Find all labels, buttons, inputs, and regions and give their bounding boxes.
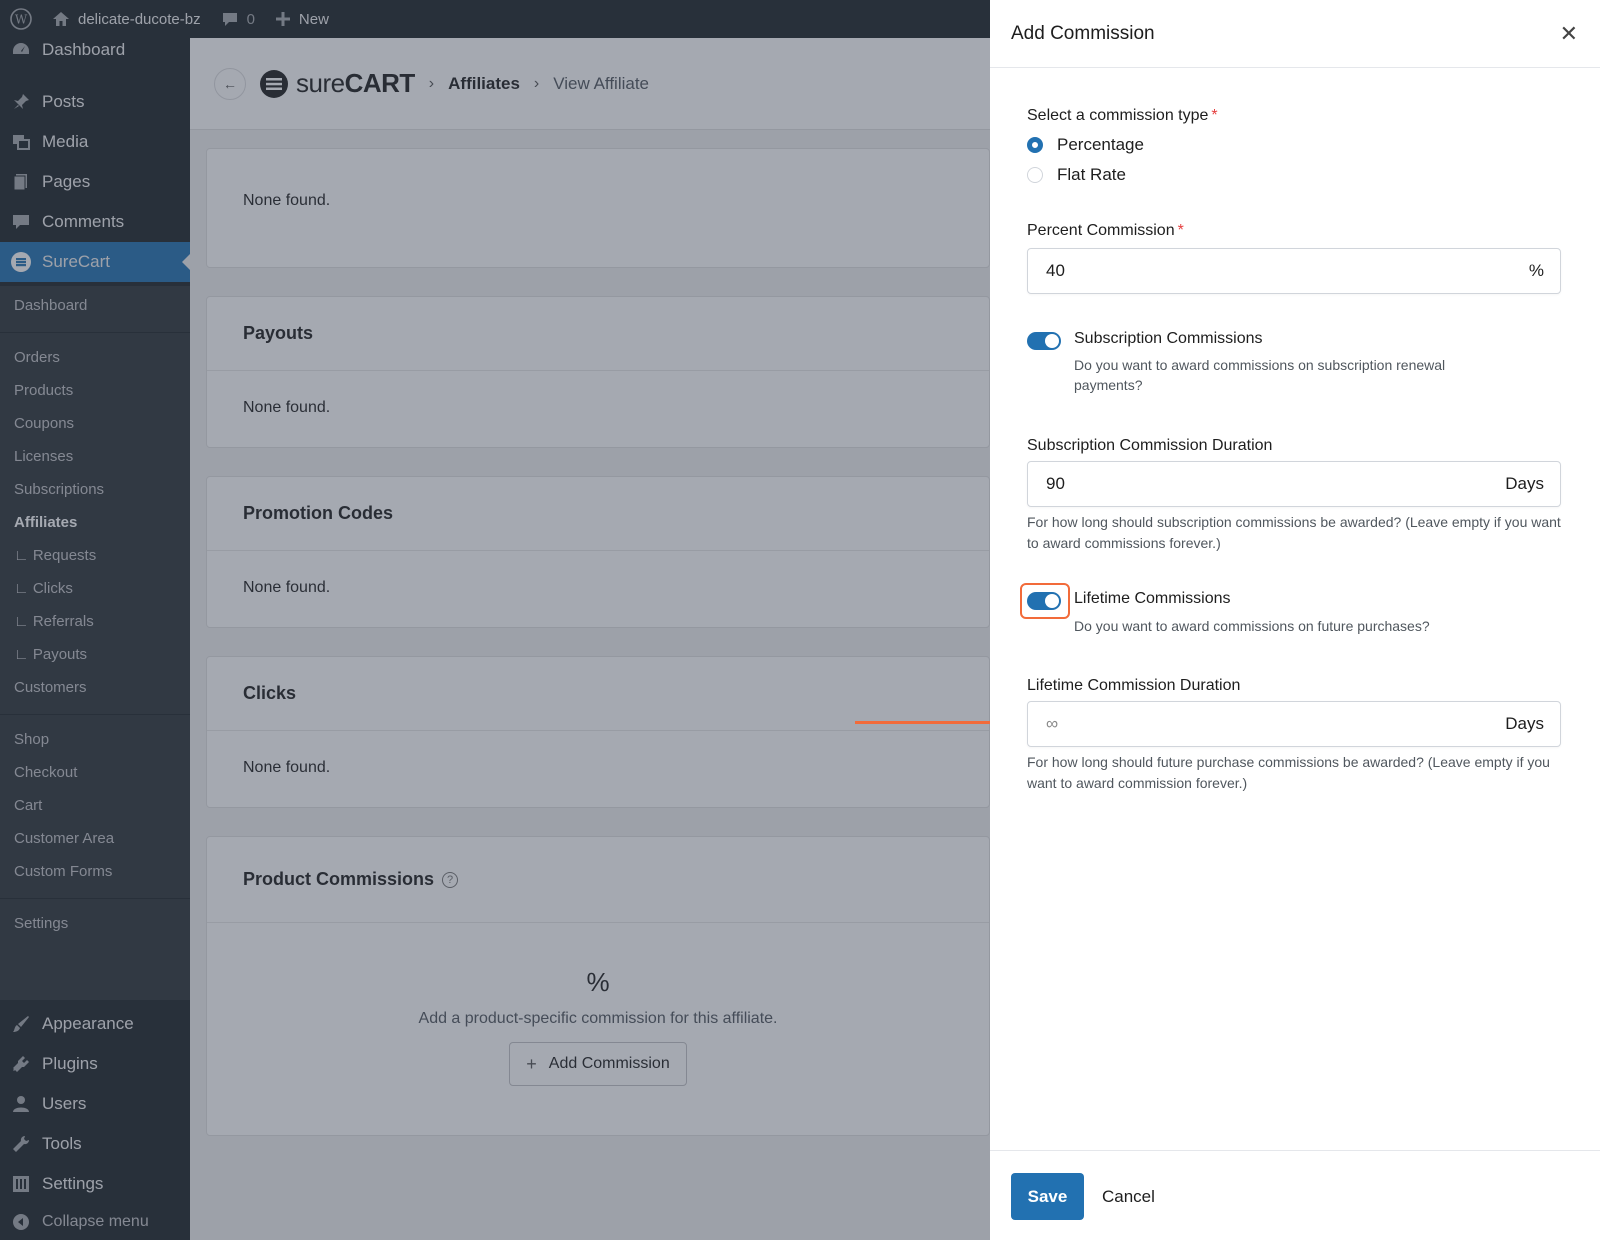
cancel-button[interactable]: Cancel (1102, 1173, 1155, 1220)
percent-commission-label: Percent Commission * (1027, 222, 1184, 239)
lifetime-duration-help: For how long should future purchase comm… (1027, 754, 1550, 791)
infinity-placeholder: ∞ (1046, 714, 1059, 733)
drawer-header: Add Commission ✕ (990, 0, 1600, 68)
drawer-footer: Save Cancel (990, 1150, 1600, 1240)
subscription-duration-label: Subscription Commission Duration (1027, 437, 1273, 454)
close-icon[interactable]: ✕ (1560, 21, 1578, 47)
days-suffix: Days (1505, 714, 1544, 733)
radio-button[interactable] (1027, 167, 1043, 183)
save-button[interactable]: Save (1011, 1173, 1084, 1220)
commission-type-label: Select a commission type * (1027, 107, 1218, 124)
subscription-commissions-toggle[interactable] (1027, 332, 1061, 350)
subscription-commissions-desc: Do you want to award commissions on subs… (1074, 357, 1446, 393)
add-commission-drawer: Add Commission ✕ Select a commission typ… (990, 0, 1600, 1240)
radio-flat-rate[interactable]: Flat Rate (1027, 165, 1126, 185)
days-suffix: Days (1505, 474, 1544, 493)
lifetime-commissions-desc: Do you want to award commissions on futu… (1074, 618, 1430, 634)
lifetime-duration-input[interactable]: ∞ Days (1027, 701, 1561, 747)
modal-overlay[interactable] (0, 0, 990, 1240)
lifetime-commissions-toggle[interactable] (1027, 592, 1061, 610)
subscription-duration-input[interactable]: 90 Days (1027, 461, 1561, 507)
radio-percentage[interactable]: Percentage (1027, 135, 1144, 155)
percent-suffix: % (1528, 261, 1544, 280)
subscription-commissions-title: Subscription Commissions (1074, 330, 1263, 347)
subscription-duration-help: For how long should subscription commiss… (1027, 514, 1561, 551)
radio-button-checked[interactable] (1027, 137, 1043, 153)
drawer-title: Add Commission (1011, 22, 1155, 44)
lifetime-commissions-title: Lifetime Commissions (1074, 590, 1231, 607)
percent-commission-input[interactable]: 40 % (1027, 248, 1561, 294)
lifetime-duration-label: Lifetime Commission Duration (1027, 677, 1241, 694)
